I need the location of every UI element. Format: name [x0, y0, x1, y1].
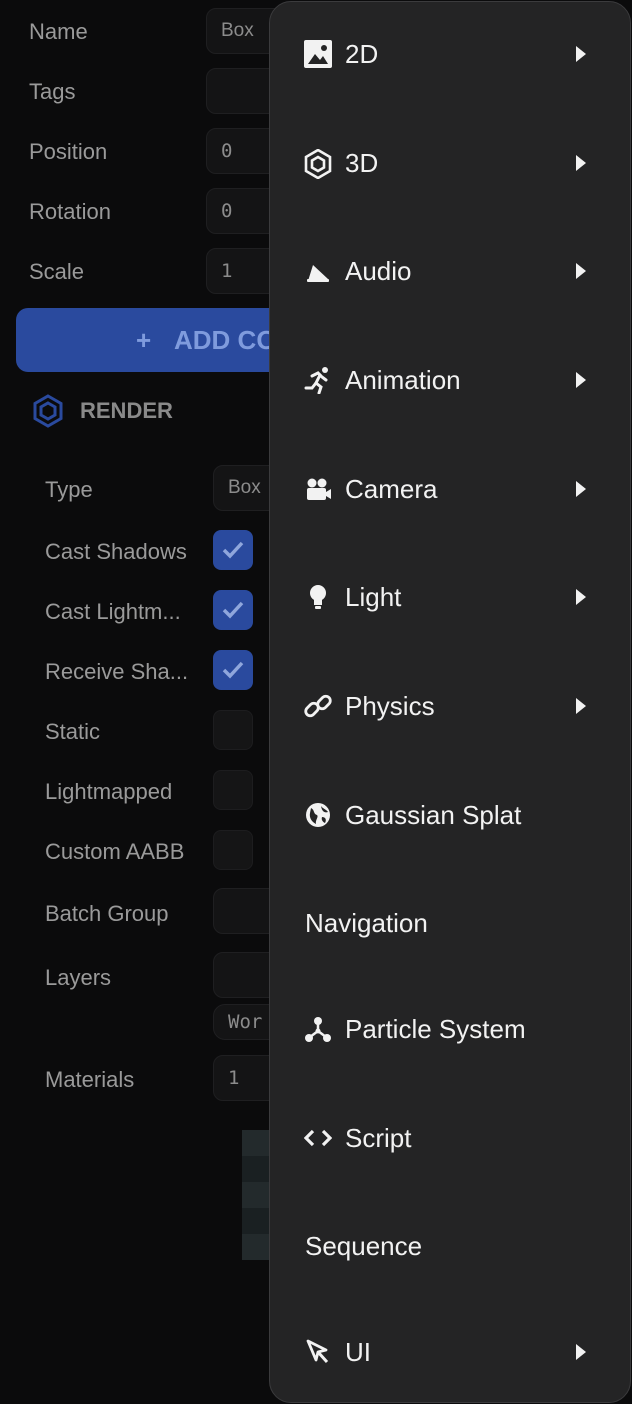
lightmapped-checkbox[interactable]	[213, 770, 253, 810]
chevron-right-icon	[576, 155, 586, 171]
menu-item-label: Physics	[345, 691, 435, 721]
menu-item-label: Gaussian Splat	[345, 800, 522, 830]
cast-shadows-checkbox[interactable]	[213, 530, 253, 570]
menu-item-label: Sequence	[305, 1231, 423, 1261]
cast-lightmap-checkbox[interactable]	[213, 590, 253, 630]
cast-lightmap-label: Cast Lightm...	[45, 599, 181, 624]
menu-item-label: 2D	[345, 39, 379, 69]
materials-label: Materials	[45, 1067, 135, 1092]
speaker-icon	[304, 257, 332, 285]
chevron-right-icon	[576, 481, 586, 497]
menu-item-label: Animation	[345, 365, 461, 395]
hexagon-icon	[304, 148, 332, 180]
menu-item-light[interactable]: Light	[270, 567, 630, 627]
custom-aabb-checkbox[interactable]	[213, 830, 253, 870]
menu-item-label: Script	[345, 1123, 412, 1153]
lightmapped-label: Lightmapped	[45, 779, 173, 804]
menu-item-label: Light	[345, 582, 402, 612]
menu-item-label: UI	[345, 1337, 371, 1367]
menu-item-physics[interactable]: Physics	[270, 676, 630, 736]
video-camera-icon	[304, 475, 332, 503]
menu-item-2d[interactable]: 2D	[270, 24, 630, 84]
menu-item-label: Particle System	[345, 1014, 526, 1044]
tags-label: Tags	[29, 79, 76, 104]
menu-item-audio[interactable]: Audio	[270, 241, 630, 301]
running-icon	[304, 366, 332, 395]
menu-item-gaussian-splat[interactable]: Gaussian Splat	[270, 785, 630, 845]
menu-item-3d[interactable]: 3D	[270, 133, 630, 193]
particles-icon	[304, 1015, 332, 1043]
cast-shadows-label: Cast Shadows	[45, 539, 187, 564]
chevron-right-icon	[576, 1344, 586, 1360]
static-checkbox[interactable]	[213, 710, 253, 750]
receive-shadows-label: Receive Sha...	[45, 659, 189, 684]
custom-aabb-label: Custom AABB	[45, 839, 185, 864]
menu-item-ui[interactable]: UI	[270, 1322, 630, 1382]
add-component-menu: 2D 3D Audio Animation Camera Light Physi…	[269, 1, 631, 1403]
menu-item-animation[interactable]: Animation	[270, 350, 630, 410]
add-component-label: ADD CO	[174, 325, 277, 355]
pointer-icon	[304, 1338, 332, 1366]
menu-item-particle-system[interactable]: Particle System	[270, 999, 630, 1059]
chevron-right-icon	[576, 698, 586, 714]
checkmark-icon	[222, 661, 244, 679]
position-label: Position	[29, 139, 108, 164]
link-icon	[304, 692, 332, 720]
menu-item-label: Audio	[345, 256, 412, 286]
checkmark-icon	[222, 601, 244, 619]
batch-group-label: Batch Group	[45, 901, 169, 926]
chevron-right-icon	[576, 46, 586, 62]
menu-item-label: Navigation	[305, 908, 428, 938]
menu-item-navigation[interactable]: Navigation	[270, 893, 630, 953]
layers-label: Layers	[45, 965, 112, 990]
chevron-right-icon	[576, 263, 586, 279]
menu-item-camera[interactable]: Camera	[270, 459, 630, 519]
chevron-right-icon	[576, 372, 586, 388]
scale-label: Scale	[29, 259, 85, 284]
globe-icon	[304, 801, 332, 829]
static-label: Static	[45, 719, 101, 744]
checkmark-icon	[222, 541, 244, 559]
type-label: Type	[45, 477, 93, 502]
menu-item-sequence[interactable]: Sequence	[270, 1216, 630, 1276]
menu-item-label: 3D	[345, 148, 379, 178]
code-icon	[303, 1124, 333, 1152]
name-label: Name	[29, 19, 88, 44]
image-icon	[304, 40, 332, 68]
lightbulb-icon	[304, 583, 332, 611]
rotation-label: Rotation	[29, 199, 111, 224]
plus-icon: +	[136, 325, 152, 355]
render-title: RENDER	[80, 398, 173, 423]
receive-shadows-checkbox[interactable]	[213, 650, 253, 690]
hexagon-icon	[32, 394, 64, 433]
chevron-right-icon	[576, 589, 586, 605]
menu-item-script[interactable]: Script	[270, 1108, 630, 1168]
menu-item-label: Camera	[345, 474, 438, 504]
